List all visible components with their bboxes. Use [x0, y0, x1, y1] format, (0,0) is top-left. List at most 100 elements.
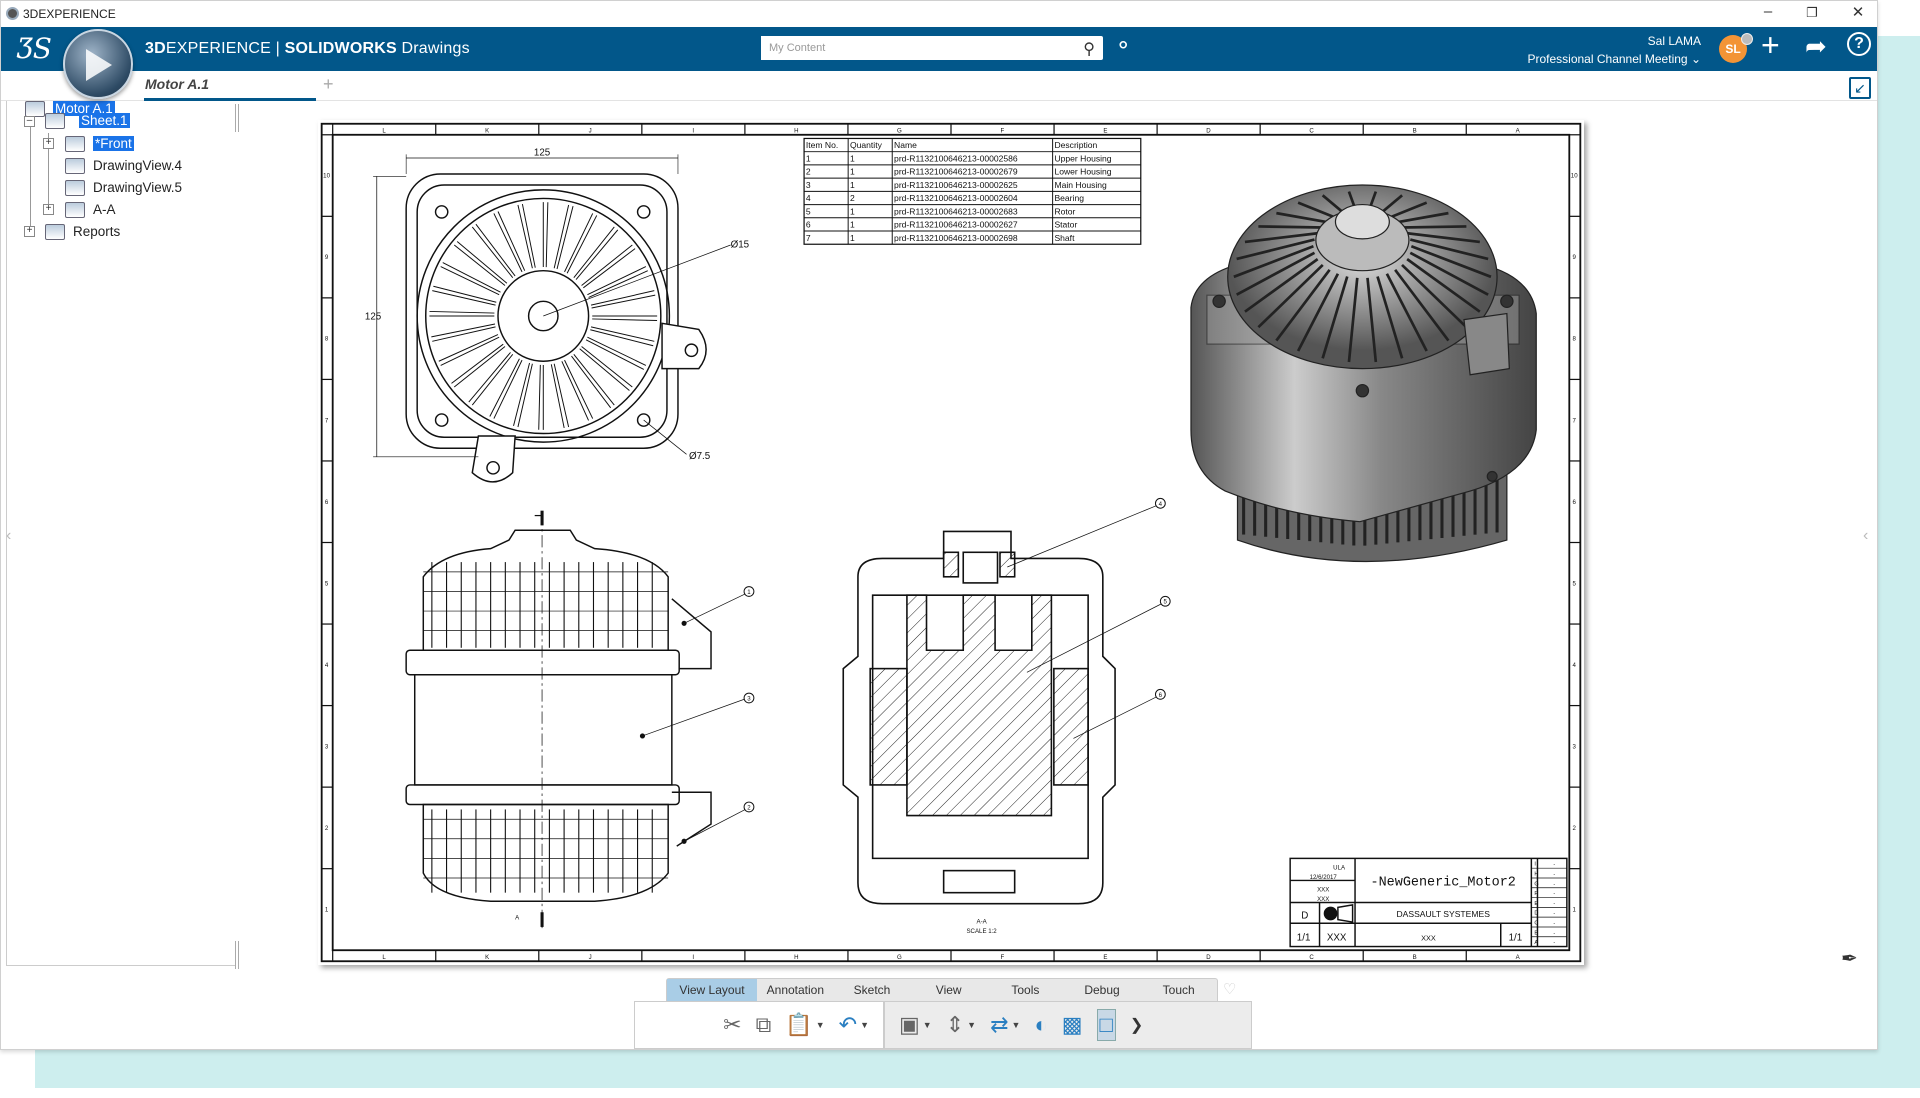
projected-view-icon[interactable]: ▣ ▼	[899, 1012, 932, 1038]
panel-splitter[interactable]	[235, 941, 239, 969]
expand-toggle[interactable]: +	[24, 226, 35, 237]
heart-icon[interactable]: ♡	[1223, 980, 1236, 998]
ribbon-tab-sketch[interactable]: Sketch	[834, 979, 911, 1002]
balloon-number: 1	[747, 589, 751, 596]
company-name: DASSAULT SYSTEMES	[1396, 909, 1490, 919]
drawing-canvas[interactable]: LLKKJJIIHHGGFFEEDDCCBBAA10 109 98 87 76 65 54 4…	[318, 120, 1584, 965]
collapse-toggle[interactable]: –	[24, 116, 35, 127]
dimension-width[interactable]: 125	[534, 148, 551, 159]
chevron-left-icon[interactable]: ‹	[1863, 527, 1868, 545]
bom-table[interactable]: Item No. Quantity Name Description 1 1 prd-R11…	[803, 137, 1142, 245]
bom-cell: 1	[850, 153, 855, 163]
bom-cell: Shaft	[1054, 233, 1075, 243]
brand-app: SOLIDWORKS	[284, 40, 397, 57]
paste-icon[interactable]: 📋 ▼	[785, 1012, 824, 1038]
zone-label: J	[589, 954, 592, 961]
cut-icon[interactable]: ✂	[723, 1012, 741, 1038]
sheet-background-icon[interactable]: □	[1096, 1009, 1116, 1041]
zone-label: C	[1309, 954, 1314, 961]
section-label: A-A	[977, 918, 988, 925]
tree-item-reports[interactable]: Reports	[45, 222, 120, 242]
user-name: Sal LAMA	[1647, 34, 1701, 48]
search-box: ⚲	[761, 36, 1103, 60]
avatar[interactable]: SL	[1719, 33, 1753, 63]
bom-cell: prd-R1132100646213-00002683	[894, 206, 1018, 216]
collapse-icon[interactable]: ↙	[1849, 77, 1871, 99]
zone-label: 4	[1573, 662, 1577, 669]
chevron-down-icon[interactable]: ⌄	[1691, 52, 1701, 66]
revision-zone: A	[1534, 940, 1538, 946]
zone-label: G	[897, 954, 902, 961]
panel-splitter[interactable]	[235, 104, 239, 132]
help-icon[interactable]: ?	[1847, 32, 1871, 56]
add-tab-button[interactable]: +	[323, 74, 334, 95]
bom-cell: prd-R1132100646213-00002698	[894, 233, 1018, 243]
zone-label: 6	[325, 499, 329, 506]
zone-label: 9	[1573, 254, 1577, 261]
user-info[interactable]: Sal LAMA Professional Channel Meeting ⌄	[1501, 32, 1701, 68]
ribbon-tab-touch[interactable]: Touch	[1140, 979, 1217, 1002]
tab-motor[interactable]: Motor A.1	[144, 76, 316, 101]
ribbon-tab-annotation[interactable]: Annotation	[757, 979, 834, 1002]
dimension-diameter-large[interactable]: Ø15	[731, 239, 750, 250]
drawn-by: ULA	[1333, 864, 1346, 871]
zone-label: 1	[325, 907, 329, 914]
zone-label: K	[485, 127, 489, 134]
bom-cell: prd-R1132100646213-00002586	[894, 153, 1018, 163]
drawing-sheet[interactable]: L L K K J J I I H H G G F F E E D D C C B B A A 10 10 9 9 8 8 7 7 6 6 5 5 4 4…	[318, 120, 1584, 965]
tree-item-label: Sheet.1	[79, 113, 130, 128]
dimension-diameter-small[interactable]: Ø7.5	[689, 451, 711, 462]
action-bar: ✂ ⧉ 📋 ▼ ↶ ▼ ▣ ▼ ⇕ ▼ ⇄ ▼ ◐ ▩ □ ❯	[634, 1001, 1252, 1049]
app-window: 3DEXPERIENCE – ❐ ✕ ƷS 3DEXPERIENCE | SOL…	[0, 0, 1878, 1050]
revision-value: -	[1553, 940, 1555, 946]
close-button[interactable]: ✕	[1843, 3, 1873, 21]
pen-icon[interactable]: ✒	[1841, 946, 1858, 971]
tree-item-front[interactable]: *Front	[65, 134, 134, 154]
ribbon-tab-debug[interactable]: Debug	[1064, 979, 1141, 1002]
clipping-view-icon[interactable]: ▩	[1062, 1012, 1083, 1038]
zone-label: 10	[323, 173, 330, 180]
minimize-button[interactable]: –	[1753, 3, 1783, 20]
undo-icon[interactable]: ↶ ▼	[839, 1012, 869, 1038]
search-input[interactable]	[761, 36, 1061, 60]
detail-view-icon[interactable]: ◐	[1034, 1012, 1047, 1038]
zone-label: J	[589, 127, 592, 134]
tree-item-drawingview5[interactable]: DrawingView.5	[65, 178, 182, 198]
window-title: 3DEXPERIENCE	[23, 7, 116, 21]
revision-zone: C	[1534, 921, 1538, 927]
tree-item-sheet[interactable]: Sheet.1	[45, 111, 130, 131]
search-icon[interactable]: ⚲	[1083, 39, 1095, 59]
3ds-logo-icon[interactable]: ƷS	[17, 32, 52, 65]
swap-views-icon[interactable]: ⇄ ▼	[990, 1012, 1020, 1038]
bom-cell: Lower Housing	[1054, 167, 1111, 177]
chevron-left-icon[interactable]: ‹	[6, 527, 11, 545]
ribbon-tabs: View Layout Annotation Sketch View Tools Debu…	[666, 978, 1218, 1002]
share-icon[interactable]: ➦	[1805, 31, 1827, 62]
compass-icon[interactable]	[63, 29, 133, 99]
align-views-icon[interactable]: ⇕ ▼	[946, 1012, 976, 1038]
tree-item-section-aa[interactable]: A-A	[65, 200, 116, 220]
zone-label: B	[1413, 127, 1417, 134]
tree-item-drawingview4[interactable]: DrawingView.4	[65, 156, 182, 176]
ribbon-tab-view-layout[interactable]: View Layout	[667, 979, 757, 1002]
expand-toggle[interactable]: +	[43, 138, 54, 149]
copy-icon[interactable]: ⧉	[756, 1012, 772, 1038]
revision-value: -	[1553, 881, 1555, 887]
bom-cell: 7	[806, 233, 811, 243]
plus-icon[interactable]: +	[1761, 27, 1780, 64]
expand-toggle[interactable]: +	[43, 204, 54, 215]
tag-icon[interactable]: ⚬	[1114, 33, 1132, 59]
zone-label: H	[794, 954, 798, 961]
drawing-number: XXX	[1421, 933, 1436, 942]
bom-cell: prd-R1132100646213-00002679	[894, 167, 1018, 177]
restore-button[interactable]: ❐	[1797, 5, 1827, 21]
tree-item-label: DrawingView.5	[93, 180, 183, 195]
chevron-right-icon[interactable]: ❯	[1130, 1015, 1143, 1035]
zone-label: I	[692, 954, 694, 961]
ribbon-tab-tools[interactable]: Tools	[987, 979, 1064, 1002]
brand-mid: EXPERIENCE |	[165, 40, 285, 57]
ribbon-tab-view[interactable]: View	[910, 979, 987, 1002]
bom-header: Item No.	[806, 140, 838, 150]
dimension-height[interactable]: 125	[365, 312, 382, 323]
zone-label: 3	[1573, 743, 1577, 750]
